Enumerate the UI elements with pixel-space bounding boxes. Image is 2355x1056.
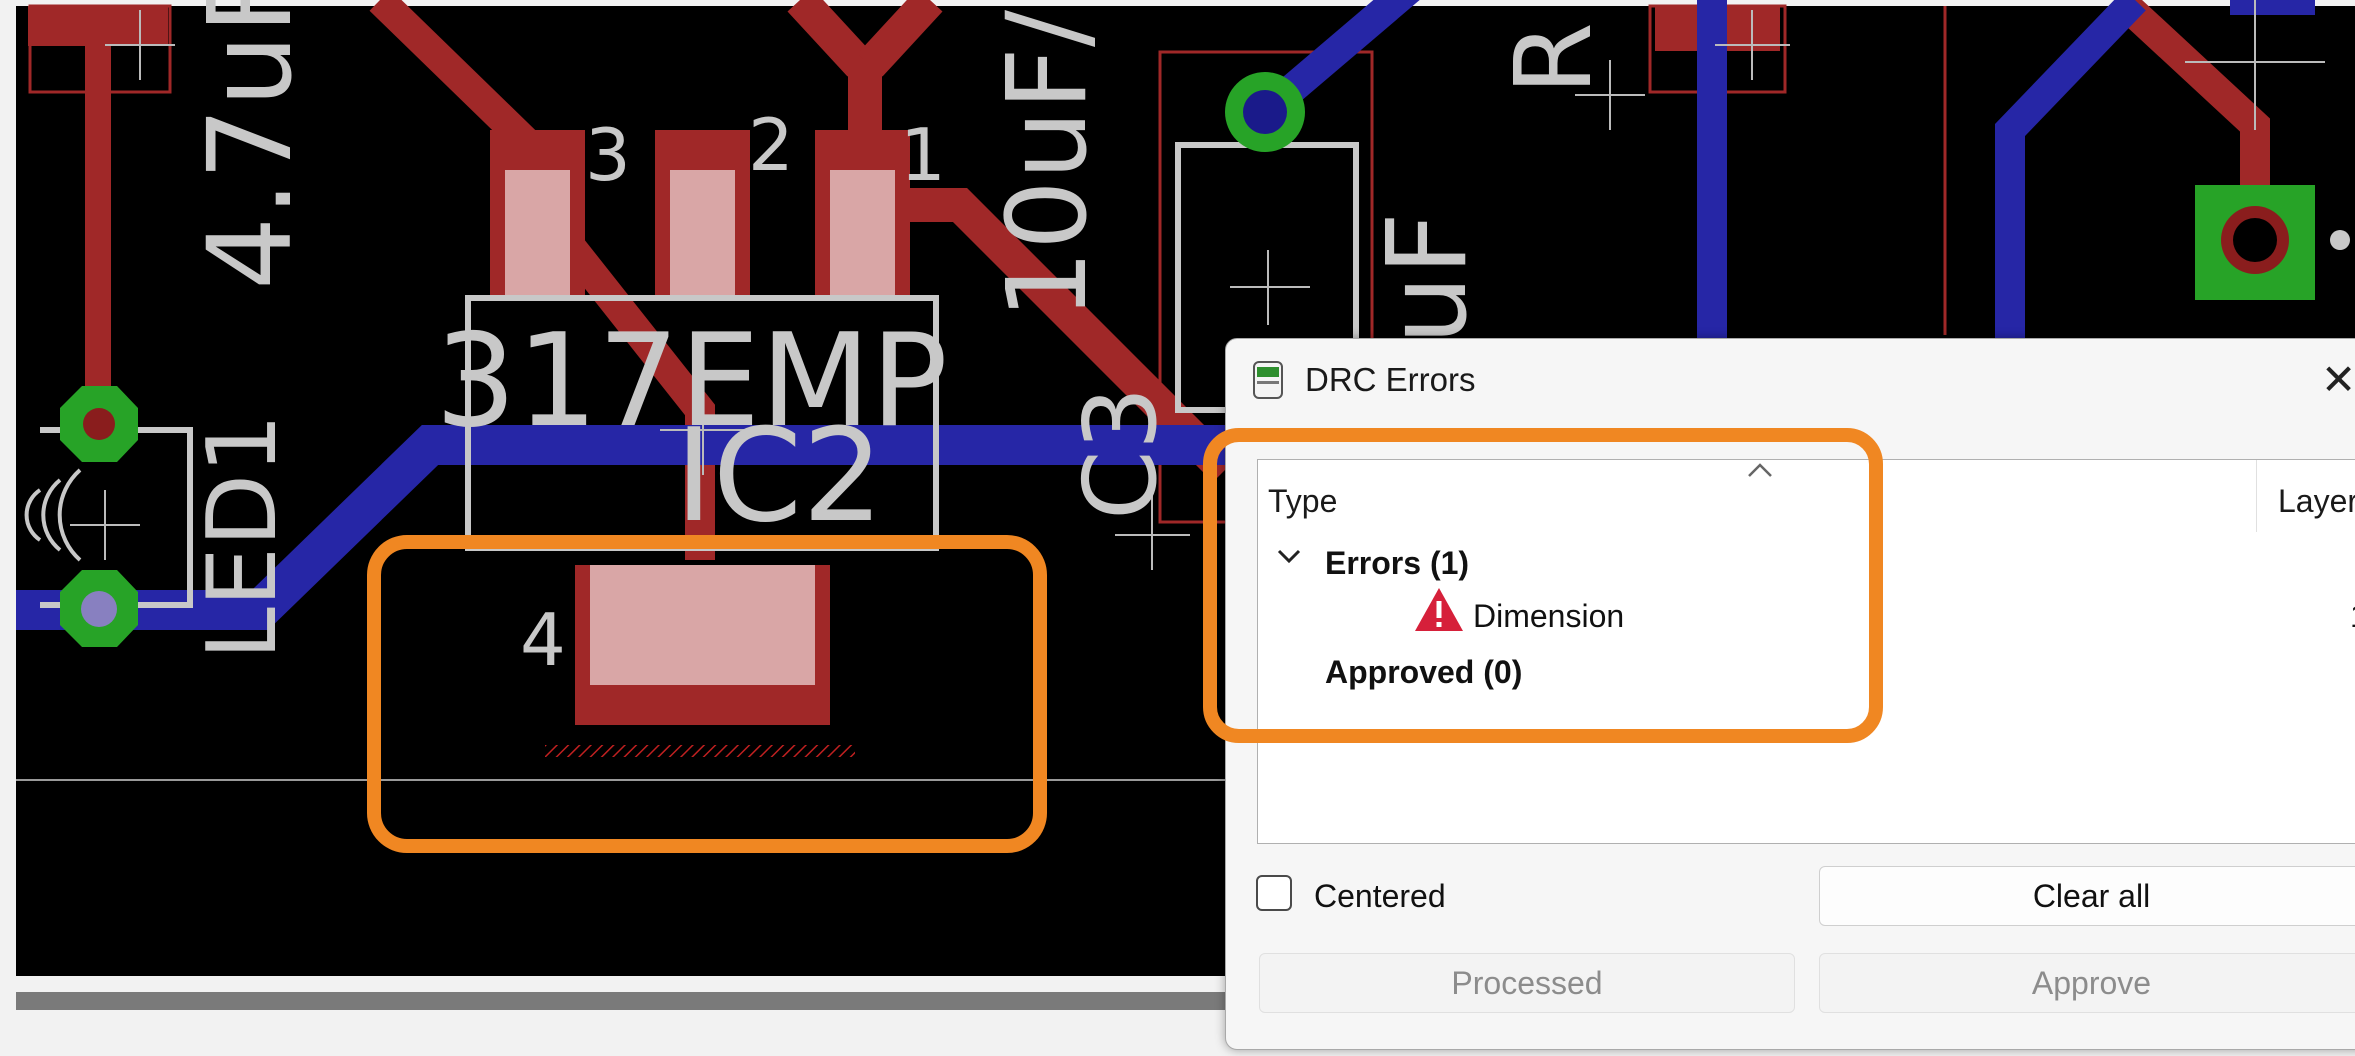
clear-all-button[interactable]: Clear all (1819, 866, 2355, 926)
drc-app-icon (1253, 361, 1283, 399)
approve-button[interactable]: Approve (1819, 953, 2355, 1013)
horizontal-scrollbar[interactable] (16, 992, 1226, 1010)
label-pin1: 1 (900, 113, 946, 197)
label-resistor-partial: R (1493, 22, 1615, 95)
dialog-titlebar[interactable]: DRC Errors ✕ (1226, 339, 2355, 419)
label-cap-left: 4.7uF (184, 0, 318, 290)
label-cap-name: C3 (1062, 387, 1179, 520)
centered-label[interactable]: Centered (1314, 878, 1446, 915)
highlight-error-area (367, 535, 1047, 853)
label-cap-mid: 10uF/ (983, 9, 1111, 320)
column-separator[interactable] (2256, 460, 2257, 532)
dialog-title: DRC Errors (1305, 361, 1476, 398)
smd-pad-top-left (28, 6, 168, 46)
label-led: LED1 (188, 413, 298, 660)
label-pin2: 2 (748, 103, 794, 187)
close-button[interactable]: ✕ (2321, 355, 2355, 405)
label-cap-right: uF (1363, 212, 1491, 345)
close-icon: ✕ (2321, 356, 2355, 403)
tree-item-layer-value: 1 (2350, 598, 2355, 635)
label-part-name: IC2 (675, 402, 884, 551)
processed-button[interactable]: Processed (1259, 953, 1795, 1013)
highlight-error-list (1203, 428, 1883, 743)
centered-checkbox[interactable] (1256, 875, 1292, 911)
label-pin3: 3 (585, 113, 631, 197)
column-header-layer[interactable]: Layer (2278, 483, 2355, 520)
